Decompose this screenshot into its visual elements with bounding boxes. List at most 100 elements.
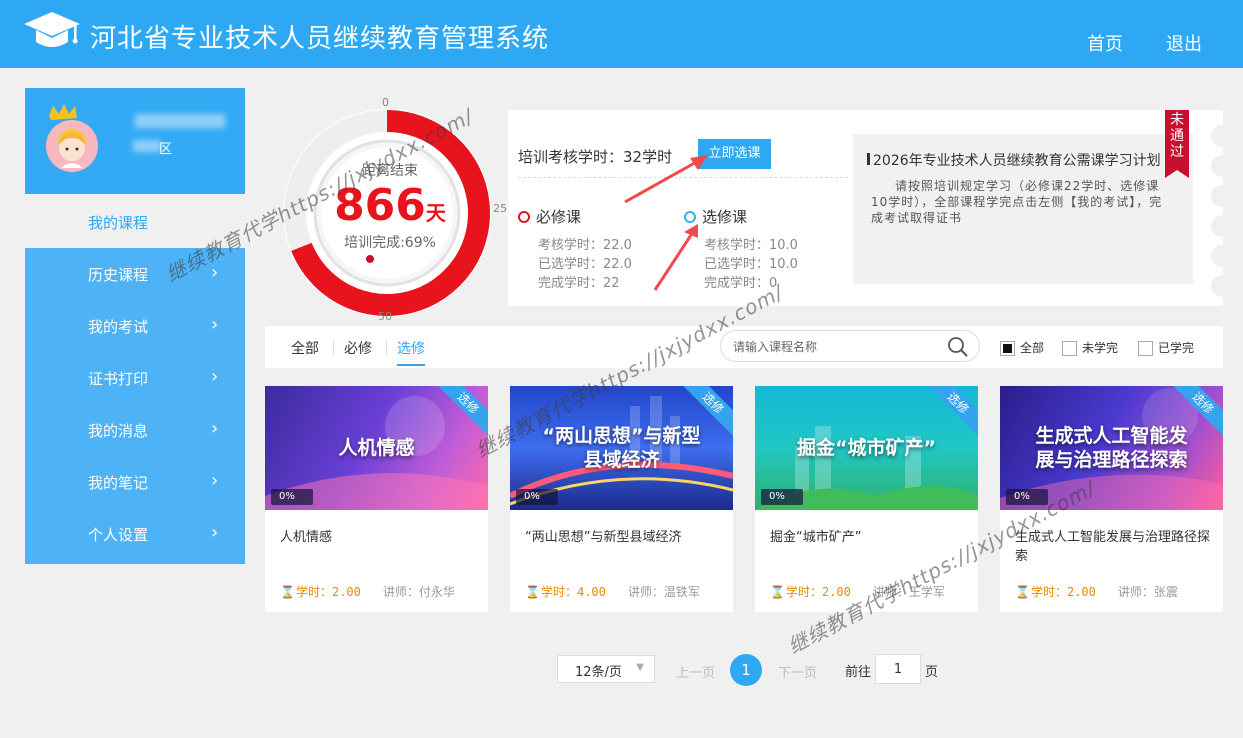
chevron-right-icon: › — [211, 522, 219, 543]
course-hours: 2.00 — [1066, 585, 1096, 599]
gauge-tick-0: 0 — [382, 96, 389, 109]
hourglass-icon: ⌛ — [770, 585, 785, 599]
days-unit: 天 — [425, 201, 446, 225]
checkbox[interactable] — [1062, 341, 1077, 356]
required-completed-hours: 完成学时：22 — [538, 276, 620, 291]
avatar — [46, 104, 98, 172]
chevron-down-icon: ▼ — [636, 662, 644, 673]
sidebar-item-my-notes[interactable]: 我的笔记 › — [25, 456, 245, 508]
course-title[interactable]: “两山思想”与新型县域经济 — [525, 528, 725, 547]
course-teacher: 讲师：王学军 — [872, 585, 945, 599]
search-icon[interactable] — [947, 336, 969, 358]
sidebar-item-history-courses[interactable]: 历史课程 › — [25, 248, 245, 300]
gauge-tick-25: 25 — [493, 202, 507, 215]
filter-check-unfinished[interactable]: 未学完 — [1062, 339, 1118, 356]
sidebar-item-certificate-print[interactable]: 证书打印 › — [25, 352, 245, 404]
elective-assess-hours: 考核学时：10.0 — [704, 238, 798, 253]
course-card[interactable]: 生成式人工智能发展与治理路径探索 选修 0% 生成式人工智能发展与治理路径探索 … — [1000, 386, 1223, 612]
tab-elective[interactable]: 选修 — [397, 338, 425, 366]
user-name-blurred — [135, 114, 225, 128]
sidebar-item-label: 历史课程 — [88, 266, 149, 284]
next-page-button[interactable]: 下一页 — [778, 662, 817, 681]
user-area-label: 区 — [159, 142, 173, 157]
check-label: 已学完 — [1158, 341, 1195, 355]
notice-title: 2026年专业技术人员继续教育公需课学习计划 — [867, 150, 1161, 170]
gauge-tick-50: 50 — [378, 310, 392, 323]
user-area-blurred — [133, 140, 161, 152]
check-label: 未学完 — [1082, 341, 1119, 355]
course-hours-prefix: 学时： — [785, 585, 822, 599]
nav-home-link[interactable]: 首页 — [1087, 30, 1123, 56]
elective-selected-hours: 已选学时：10.0 — [704, 257, 798, 272]
nav-logout-link[interactable]: 退出 — [1166, 30, 1202, 56]
course-title[interactable]: 人机情感 — [280, 528, 480, 547]
elective-completed-hours: 完成学时：0 — [704, 276, 778, 291]
page-size-select[interactable]: 12条/页 ▼ — [557, 655, 655, 683]
tab-divider — [386, 340, 387, 354]
required-course-stats: 必修课 考核学时：22.0 已选学时：22.0 完成学时：22 — [518, 206, 632, 293]
required-assess-hours: 考核学时：22.0 — [538, 238, 632, 253]
required-title: 必修课 — [536, 208, 582, 226]
tab-all[interactable]: 全部 — [291, 338, 319, 358]
course-card[interactable]: 人机情感 选修 0% 人机情感 ⌛学时：2.00 讲师：付永华 — [265, 386, 488, 612]
course-title[interactable]: 掘金“城市矿产” — [770, 528, 970, 547]
sidebar-item-my-courses[interactable]: 我的课程 — [25, 196, 245, 248]
elective-title: 选修课 — [702, 208, 748, 226]
divider — [518, 177, 848, 178]
graduation-cap-icon — [24, 12, 80, 47]
tab-required[interactable]: 必修 — [344, 338, 372, 358]
days-remaining: 866天 — [330, 180, 450, 231]
course-meta: ⌛学时：4.00 讲师：温铁军 — [525, 583, 700, 600]
training-hours-label: 培训考核学时：32学时 — [518, 148, 673, 166]
elective-course-stats: 选修课 考核学时：10.0 已选学时：10.0 完成学时：0 — [684, 206, 798, 293]
filter-check-all[interactable]: 全部 — [1000, 339, 1044, 356]
sidebar-item-my-messages[interactable]: 我的消息 › — [25, 404, 245, 456]
status-badge: 未通过 — [1165, 110, 1189, 178]
sidebar-item-label: 我的消息 — [88, 422, 149, 440]
course-search-box — [720, 330, 980, 362]
notice-body: 请按照培训规定学习（必修课22学时、选修课10学时），全部课程学完点击左侧【我的… — [871, 179, 1163, 225]
gauge-label: 距离结束 — [362, 163, 418, 179]
course-hours-prefix: 学时： — [540, 585, 577, 599]
progress-badge: 0% — [761, 489, 803, 505]
sidebar-item-label: 个人设置 — [88, 526, 149, 544]
course-card[interactable]: 掘金“城市矿产” 选修 0% 掘金“城市矿产” ⌛学时：2.00 讲师：王学军 — [755, 386, 978, 612]
current-page-button[interactable]: 1 — [730, 654, 762, 686]
sidebar-item-my-exams[interactable]: 我的考试 › — [25, 300, 245, 352]
check-label: 全部 — [1020, 341, 1045, 355]
sidebar-item-label: 证书打印 — [88, 370, 149, 388]
course-meta: ⌛学时：2.00 讲师：张震 — [1015, 583, 1178, 600]
chevron-right-icon: › — [211, 366, 219, 387]
completion-rate: 培训完成:69% — [344, 235, 436, 251]
prev-page-button[interactable]: 上一页 — [676, 662, 715, 681]
hourglass-icon: ⌛ — [280, 585, 295, 599]
user-profile-card: 区 — [25, 88, 245, 194]
course-thumbnail: 人机情感 选修 0% — [265, 386, 488, 510]
course-teacher: 讲师：付永华 — [382, 585, 455, 599]
course-title[interactable]: 生成式人工智能发展与治理路径探索 — [1015, 528, 1215, 566]
circle-red-icon — [518, 210, 530, 223]
sidebar-item-personal-settings[interactable]: 个人设置 › — [25, 508, 245, 560]
study-plan-notice: 2026年专业技术人员继续教育公需课学习计划 请按照培训规定学习（必修课22学时… — [853, 134, 1193, 284]
tab-divider — [333, 340, 334, 354]
chevron-right-icon: › — [211, 470, 219, 491]
course-hours: 2.00 — [331, 585, 361, 599]
course-card[interactable]: “两山思想”与新型县域经济 选修 0% “两山思想”与新型县域经济 ⌛学时：4.… — [510, 386, 733, 612]
course-thumbnail: “两山思想”与新型县域经济 选修 0% — [510, 386, 733, 510]
checkbox-checked[interactable] — [1000, 341, 1015, 356]
circle-blue-icon — [684, 210, 696, 223]
filter-check-finished[interactable]: 已学完 — [1138, 339, 1194, 356]
search-input[interactable] — [733, 337, 943, 357]
days-value: 866 — [334, 180, 426, 231]
sidebar-item-label: 我的考试 — [88, 318, 149, 336]
select-course-button[interactable]: 立即选课 — [698, 139, 771, 169]
page-size-value: 12条/页 — [575, 665, 622, 680]
course-thumbnail: 掘金“城市矿产” 选修 0% — [755, 386, 978, 510]
checkbox[interactable] — [1138, 341, 1153, 356]
sidebar-menu: 历史课程 › 我的考试 › 证书打印 › 我的消息 › 我的笔记 › 个人设置 … — [25, 248, 245, 564]
course-hours: 4.00 — [576, 585, 606, 599]
progress-badge: 0% — [271, 489, 313, 505]
course-teacher: 讲师：张震 — [1117, 585, 1178, 599]
progress-badge: 0% — [1006, 489, 1048, 505]
goto-page-input[interactable] — [875, 654, 921, 684]
